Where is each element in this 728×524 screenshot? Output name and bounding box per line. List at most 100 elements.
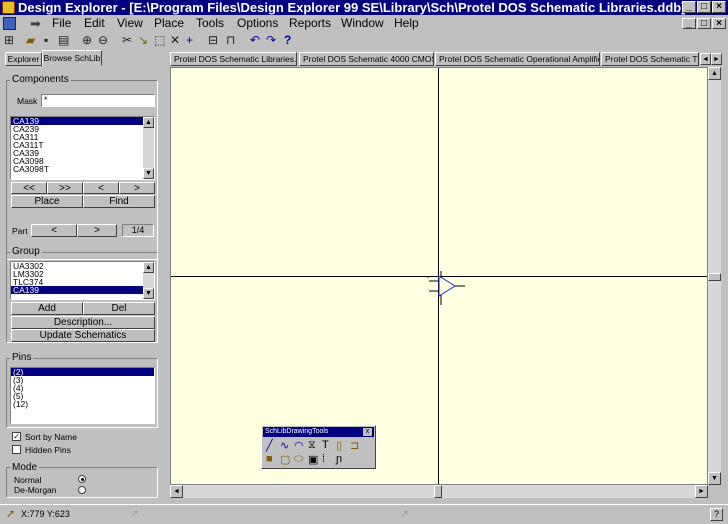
- canvas-scroll-left-icon[interactable]: ◄: [170, 485, 183, 498]
- cross-icon[interactable]: +: [186, 34, 193, 46]
- back-arrow-icon[interactable]: ➡: [30, 16, 41, 32]
- prev-part-button[interactable]: <: [31, 224, 77, 237]
- prev-component-button[interactable]: <: [83, 182, 119, 194]
- canvas-vscroll-thumb[interactable]: [708, 273, 721, 281]
- first-component-button[interactable]: <<: [11, 182, 47, 194]
- schematic-canvas[interactable]: + - SchLibDrawingTools x ╱ ∿ ◠ ⧖ T ▯ ⊐ ■…: [170, 67, 708, 485]
- normal-label: Normal: [14, 475, 42, 485]
- document-icon: [3, 17, 16, 30]
- hidden-pins-checkbox[interactable]: [12, 445, 21, 454]
- tab-operational-amplifiers[interactable]: Protel DOS Schematic Operational Amplifi…: [435, 52, 600, 66]
- group-scrollbar[interactable]: ▲ ▼: [143, 262, 154, 299]
- list-item[interactable]: CA3098T: [11, 165, 154, 174]
- zoom-in-icon[interactable]: ⊕: [82, 34, 92, 46]
- mask-input[interactable]: *: [41, 94, 155, 107]
- next-part-button[interactable]: >: [77, 224, 117, 237]
- menu-window[interactable]: Window: [341, 16, 384, 30]
- pins-list[interactable]: (2) (3) (4) (5) (12): [10, 367, 155, 424]
- add-button[interactable]: Add: [11, 302, 83, 315]
- arc-tool-icon[interactable]: ◠: [294, 439, 304, 452]
- polygon-tool-icon[interactable]: ⧖: [308, 439, 316, 452]
- doc-restore-button[interactable]: □: [697, 18, 711, 29]
- normal-radio[interactable]: [78, 475, 86, 483]
- image-tool-icon[interactable]: ▣: [308, 453, 318, 466]
- maximize-button[interactable]: □: [697, 1, 711, 13]
- menu-help[interactable]: Help: [394, 16, 419, 30]
- tab-explorer[interactable]: Explorer: [5, 52, 42, 66]
- canvas-hscroll-thumb[interactable]: [434, 485, 442, 498]
- zoom-out-icon[interactable]: ⊖: [98, 34, 108, 46]
- close-button[interactable]: ×: [712, 1, 726, 13]
- group-list[interactable]: UA3302 LM3302 TLC374 CA139 ▲ ▼: [10, 261, 155, 300]
- print-icon[interactable]: ▤: [58, 34, 69, 46]
- pin-tool-icon[interactable]: ⊐: [350, 439, 359, 452]
- list-item[interactable]: (3): [11, 376, 154, 385]
- doc-minimize-button[interactable]: _: [682, 18, 696, 29]
- list-item[interactable]: (2): [11, 368, 154, 376]
- select-icon[interactable]: ⬚: [154, 34, 165, 46]
- array-tool-icon[interactable]: ⁞: [322, 453, 325, 465]
- open-folder-icon[interactable]: ▰: [26, 34, 35, 46]
- del-button[interactable]: Del: [83, 302, 155, 315]
- help-icon[interactable]: ?: [284, 34, 291, 46]
- components-scrollbar[interactable]: ▲ ▼: [143, 117, 154, 179]
- bezier-tool-icon[interactable]: ∿: [280, 439, 289, 452]
- place-button[interactable]: Place: [11, 195, 83, 208]
- components-list[interactable]: CA139 CA239 CA311 CA311T CA339 CA3098 CA…: [10, 116, 155, 180]
- redo-icon[interactable]: ↷: [266, 34, 276, 46]
- list-item[interactable]: (12): [11, 400, 154, 409]
- toolbar-close-icon[interactable]: x: [363, 428, 372, 436]
- ieee-symbol-tool-icon[interactable]: ɲ: [336, 453, 342, 465]
- sort-by-name-label: Sort by Name: [25, 432, 77, 442]
- canvas-scroll-down-icon[interactable]: ▼: [708, 472, 721, 485]
- menu-tools[interactable]: Tools: [196, 16, 224, 30]
- text-tool-icon[interactable]: T: [322, 439, 329, 451]
- canvas-scroll-up-icon[interactable]: ▲: [708, 67, 721, 80]
- scroll-down-icon[interactable]: ▼: [143, 288, 154, 299]
- scroll-down-icon[interactable]: ▼: [143, 168, 154, 179]
- next-component-button[interactable]: >: [119, 182, 155, 194]
- scroll-up-icon[interactable]: ▲: [143, 117, 154, 128]
- cut-icon[interactable]: ✂: [122, 34, 132, 46]
- component-icon[interactable]: ⊓: [226, 34, 235, 46]
- menu-reports[interactable]: Reports: [289, 16, 331, 30]
- find-button[interactable]: Find: [83, 195, 155, 208]
- demorgan-radio[interactable]: [78, 486, 86, 494]
- rectangle-tool-icon[interactable]: ■: [266, 453, 273, 465]
- canvas-scroll-right-icon[interactable]: ►: [695, 485, 708, 498]
- part-tool-icon[interactable]: ▯: [336, 439, 342, 452]
- save-icon[interactable]: ▪: [44, 34, 48, 46]
- menu-view[interactable]: View: [117, 16, 143, 30]
- menu-place[interactable]: Place: [154, 16, 184, 30]
- undo-icon[interactable]: ↶: [250, 34, 260, 46]
- menu-options[interactable]: Options: [237, 16, 278, 30]
- scroll-up-icon[interactable]: ▲: [143, 262, 154, 273]
- tab-scroll-left-icon[interactable]: ◄: [700, 53, 711, 65]
- doc-close-button[interactable]: ×: [712, 18, 726, 29]
- canvas-vertical-scrollbar[interactable]: ▲ ▼: [708, 67, 721, 485]
- tab-4000-cmos[interactable]: Protel DOS Schematic 4000 CMOS.lib: [299, 52, 434, 66]
- minimize-button[interactable]: _: [682, 1, 696, 13]
- list-item[interactable]: CA139: [11, 286, 154, 294]
- update-schematics-button[interactable]: Update Schematics: [11, 329, 155, 342]
- tab-scroll-right-icon[interactable]: ►: [711, 53, 722, 65]
- line-tool-icon[interactable]: ╱: [266, 439, 273, 452]
- list-item[interactable]: (4): [11, 384, 154, 393]
- list-item[interactable]: (5): [11, 392, 154, 401]
- tree-toggle-icon[interactable]: ⊞: [4, 34, 14, 46]
- grid-icon[interactable]: ⊟: [208, 34, 218, 46]
- tab-libraries-ddb[interactable]: Protel DOS Schematic Libraries.ddb: [170, 52, 297, 66]
- canvas-horizontal-scrollbar[interactable]: ◄ ►: [170, 485, 708, 498]
- paste-icon[interactable]: ↘: [138, 34, 148, 46]
- deselect-icon[interactable]: ✕: [170, 34, 180, 46]
- rounded-rectangle-tool-icon[interactable]: ▢: [280, 453, 290, 466]
- sort-by-name-checkbox[interactable]: ✓: [12, 432, 21, 441]
- menu-file[interactable]: File: [52, 16, 71, 30]
- help-icon[interactable]: ?: [710, 508, 723, 521]
- tab-browse-schlib[interactable]: Browse SchLib: [42, 50, 102, 66]
- tab-ttl[interactable]: Protel DOS Schematic TTL: [601, 52, 699, 66]
- menu-edit[interactable]: Edit: [84, 16, 105, 30]
- ellipse-tool-icon[interactable]: ⬭: [294, 453, 303, 466]
- last-component-button[interactable]: >>: [47, 182, 83, 194]
- description-button[interactable]: Description...: [11, 316, 155, 329]
